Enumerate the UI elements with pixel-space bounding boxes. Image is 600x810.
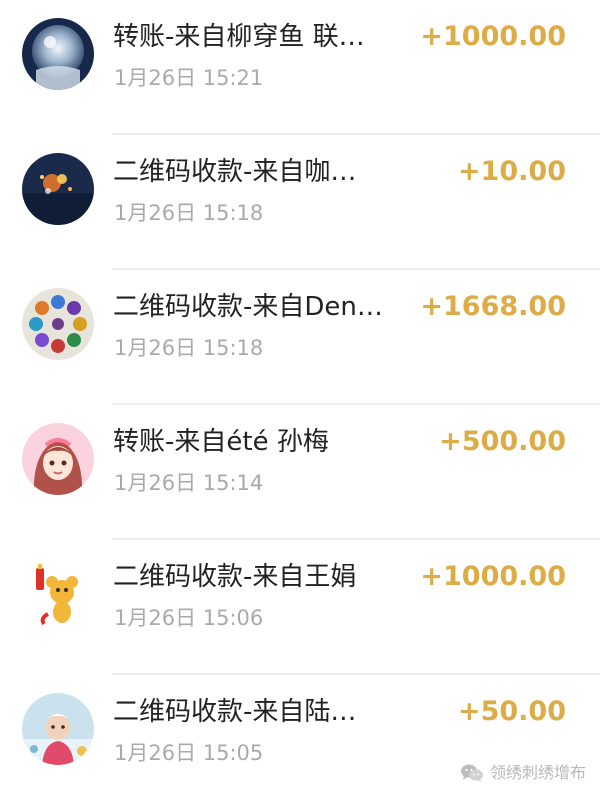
transaction-title: 二维码收款-来自咖…	[113, 157, 357, 187]
transaction-row[interactable]: 二维码收款-来自王娟 1月26日 15:06 +1000.00	[0, 540, 600, 675]
transaction-title: 转账-来自柳穿鱼 联…	[113, 22, 365, 52]
bead-bracelet-avatar	[22, 288, 94, 360]
transaction-title: 转账-来自été 孙梅	[113, 427, 329, 457]
transaction-amount: +1000.00	[420, 561, 566, 592]
transaction-title: 二维码收款-来自陆…	[113, 697, 357, 727]
night-lights-avatar	[22, 153, 94, 225]
transaction-row[interactable]: 二维码收款-来自Den… 1月26日 15:18 +1668.00	[0, 270, 600, 405]
transaction-amount: +1668.00	[420, 291, 566, 322]
frozen-bubble-avatar	[22, 18, 94, 90]
transaction-time: 1月26日 15:14	[114, 471, 264, 495]
watermark-text: 领绣刺绣增布	[489, 763, 586, 782]
transaction-row[interactable]: 转账-来自été 孙梅 1月26日 15:14 +500.00	[0, 405, 600, 540]
transaction-amount: +50.00	[457, 696, 566, 727]
transaction-row[interactable]: 二维码收款-来自陆… 1月26日 15:05 +50.00	[0, 675, 600, 810]
transaction-list: 转账-来自柳穿鱼 联… 1月26日 15:21 +1000.00 二维码收款-来…	[0, 0, 600, 798]
transaction-title: 二维码收款-来自王娟	[113, 562, 357, 592]
transaction-row[interactable]: 二维码收款-来自咖… 1月26日 15:18 +10.00	[0, 135, 600, 270]
transaction-amount: +500.00	[439, 426, 566, 457]
transaction-time: 1月26日 15:06	[114, 606, 264, 630]
transaction-amount: +10.00	[457, 156, 566, 187]
cartoon-girl-avatar	[22, 423, 94, 495]
cartoon-mouse-avatar	[22, 558, 94, 630]
transaction-amount: +1000.00	[420, 21, 566, 52]
transaction-row[interactable]: 转账-来自柳穿鱼 联… 1月26日 15:21 +1000.00	[0, 0, 600, 135]
transaction-time: 1月26日 15:05	[114, 741, 264, 765]
transaction-time: 1月26日 15:21	[114, 66, 264, 90]
wechat-account-watermark: 领绣刺绣增布	[460, 762, 586, 784]
child-photo-avatar	[22, 693, 94, 765]
transaction-title: 二维码收款-来自Den…	[113, 292, 383, 322]
transaction-time: 1月26日 15:18	[114, 336, 264, 360]
transaction-time: 1月26日 15:18	[114, 201, 264, 225]
wechat-icon	[460, 762, 484, 784]
